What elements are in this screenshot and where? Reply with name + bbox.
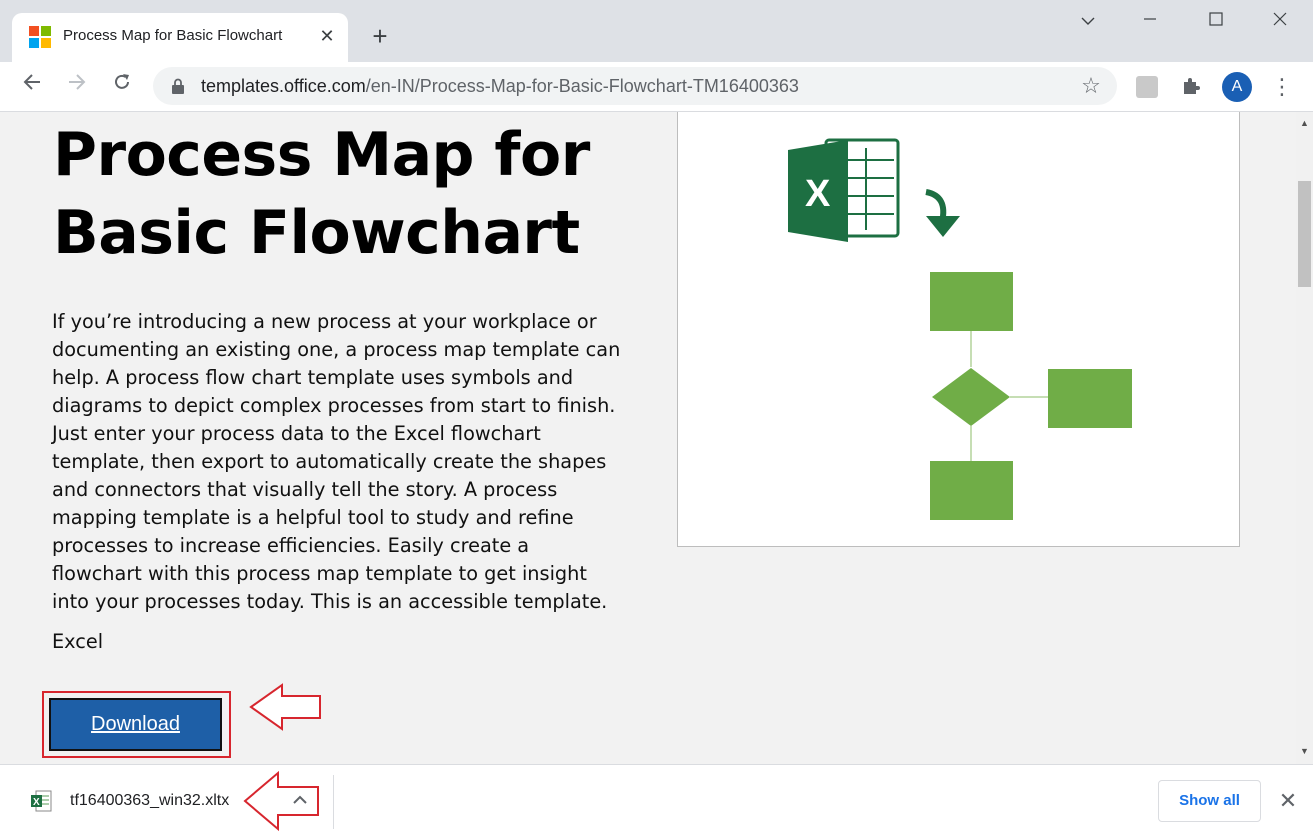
back-icon[interactable] [17, 71, 47, 101]
tab-search-icon[interactable] [1068, 8, 1108, 36]
address-bar[interactable]: templates.office.com/en-IN/Process-Map-f… [153, 67, 1117, 105]
extension-profile-icon[interactable] [1136, 76, 1158, 98]
xltx-file-icon: X [31, 790, 52, 812]
maximize-icon[interactable] [1196, 8, 1236, 36]
download-file-name[interactable]: tf16400363_win32.xltx [70, 792, 229, 810]
pointer-arrow-icon [249, 683, 321, 731]
download-button[interactable]: Download [49, 698, 222, 751]
microsoft-logo-icon [29, 26, 51, 48]
scroll-thumb[interactable] [1298, 181, 1311, 287]
browser-toolbar: templates.office.com/en-IN/Process-Map-f… [0, 62, 1313, 112]
scroll-down-icon[interactable]: ▼ [1296, 744, 1313, 758]
template-preview-image: X [677, 112, 1240, 547]
profile-avatar[interactable]: A [1222, 72, 1252, 102]
browser-titlebar: Process Map for Basic Flowchart ✕ + [0, 0, 1313, 62]
download-options-chevron-icon[interactable] [286, 787, 314, 815]
forward-icon[interactable] [62, 71, 92, 101]
download-separator [333, 775, 334, 829]
tab-close-icon[interactable]: ✕ [316, 25, 338, 47]
down-arrow-icon [925, 189, 960, 237]
page-content: Process Map for Basic Flowchart If you’r… [0, 112, 1296, 764]
download-shelf-close-icon[interactable]: ✕ [1275, 787, 1301, 815]
menu-kebab-icon[interactable]: ⋮ [1270, 74, 1294, 100]
scroll-up-icon[interactable]: ▲ [1296, 116, 1313, 130]
url-text[interactable]: templates.office.com/en-IN/Process-Map-f… [201, 76, 799, 97]
reload-icon[interactable] [107, 71, 137, 101]
page-title: Process Map for Basic Flowchart [53, 120, 590, 268]
show-all-button[interactable]: Show all [1158, 780, 1261, 822]
lock-icon [172, 78, 184, 94]
svg-text:X: X [805, 173, 831, 215]
excel-logo-icon: X [788, 138, 900, 242]
vertical-scrollbar[interactable]: ▲ ▼ [1296, 112, 1313, 764]
new-tab-button[interactable]: + [366, 22, 394, 50]
minimize-icon[interactable] [1130, 8, 1170, 36]
window-close-icon[interactable] [1260, 8, 1300, 36]
app-label: Excel [52, 630, 104, 653]
extensions-puzzle-icon[interactable] [1178, 74, 1204, 100]
url-host: templates.office.com [201, 76, 366, 96]
browser-tab[interactable]: Process Map for Basic Flowchart ✕ [12, 13, 348, 62]
bookmark-star-icon[interactable]: ☆ [1078, 73, 1104, 99]
url-path: /en-IN/Process-Map-for-Basic-Flowchart-T… [365, 76, 799, 96]
tab-title: Process Map for Basic Flowchart [63, 27, 283, 44]
download-shelf: X tf16400363_win32.xltx Show all ✕ [0, 764, 1313, 838]
template-description: If you’re introducing a new process at y… [52, 310, 621, 613]
svg-text:X: X [33, 797, 40, 808]
flowchart-diagram [930, 272, 1132, 520]
